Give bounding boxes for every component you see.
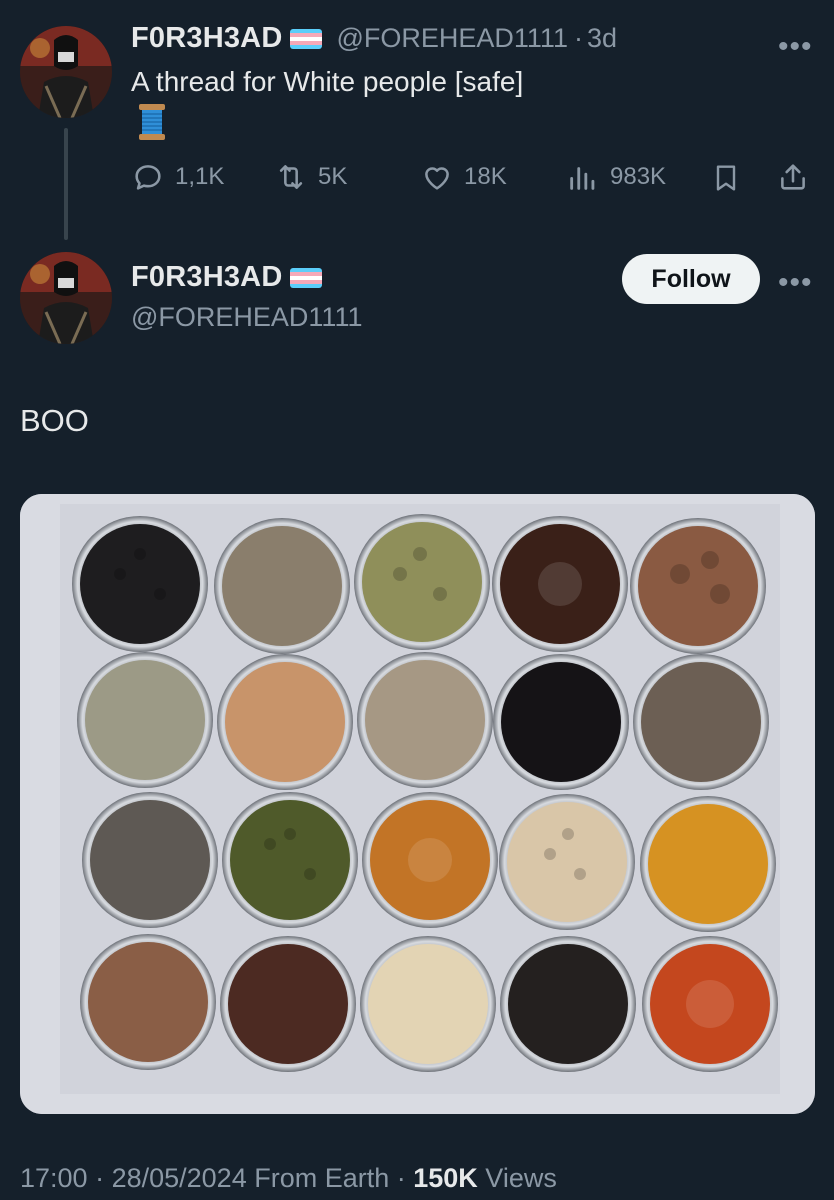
avatar[interactable] xyxy=(20,252,112,344)
separator-dot: · xyxy=(87,1163,112,1193)
views-button[interactable]: 983K xyxy=(566,160,666,194)
avatar-image xyxy=(20,26,112,118)
spice-tins-photo xyxy=(20,494,815,1114)
thread-connector xyxy=(64,128,68,240)
separator-dot: · xyxy=(389,1163,414,1193)
timestamp[interactable]: 3d xyxy=(587,23,617,54)
post-source: From Earth xyxy=(246,1163,390,1193)
retweet-icon xyxy=(279,165,303,189)
views-count: 983K xyxy=(610,163,667,190)
handle[interactable]: @FOREHEAD1111 xyxy=(131,302,362,333)
tweet-meta: 17:00 · 28/05/2024 From Earth · 150K Vie… xyxy=(20,1163,557,1194)
views-icon xyxy=(570,167,595,190)
reply-button[interactable]: 1,1K xyxy=(131,160,224,194)
more-options-icon[interactable]: ••• xyxy=(778,32,813,62)
bookmark-icon xyxy=(716,165,736,191)
trans-flag-icon xyxy=(290,28,323,49)
avatar[interactable] xyxy=(20,26,112,118)
share-button[interactable] xyxy=(776,160,810,199)
more-options-icon[interactable]: ••• xyxy=(778,268,813,298)
spool-of-thread-emoji xyxy=(137,104,167,145)
retweet-button[interactable]: 5K xyxy=(274,160,347,194)
tweet-text: A thread for White people [safe] xyxy=(131,66,524,97)
media-image-spices[interactable] xyxy=(20,494,815,1114)
tweet1-header: F0R3H3AD @FOREHEAD1111 · 3d xyxy=(131,22,617,55)
display-name[interactable]: F0R3H3AD xyxy=(131,22,282,55)
post-time[interactable]: 17:00 xyxy=(20,1163,88,1193)
reply-icon xyxy=(135,165,161,190)
follow-button[interactable]: Follow xyxy=(622,254,760,304)
like-icon xyxy=(425,167,449,190)
views-label: Views xyxy=(477,1163,557,1193)
trans-flag-icon xyxy=(290,267,323,288)
reply-count: 1,1K xyxy=(175,163,225,190)
display-name[interactable]: F0R3H3AD xyxy=(131,261,282,294)
avatar-image xyxy=(20,252,112,344)
like-button[interactable]: 18K xyxy=(420,160,507,194)
post-date[interactable]: 28/05/2024 xyxy=(112,1163,247,1193)
retweet-count: 5K xyxy=(318,163,348,190)
tweet2-header: F0R3H3AD xyxy=(131,261,323,294)
like-count: 18K xyxy=(464,163,507,190)
bookmark-button[interactable] xyxy=(710,161,742,200)
tweet-text: BOO xyxy=(20,403,89,438)
views-total: 150K xyxy=(413,1163,478,1193)
separator-dot: · xyxy=(573,23,583,53)
handle[interactable]: @FOREHEAD1111 xyxy=(336,23,567,54)
share-icon xyxy=(781,164,805,190)
